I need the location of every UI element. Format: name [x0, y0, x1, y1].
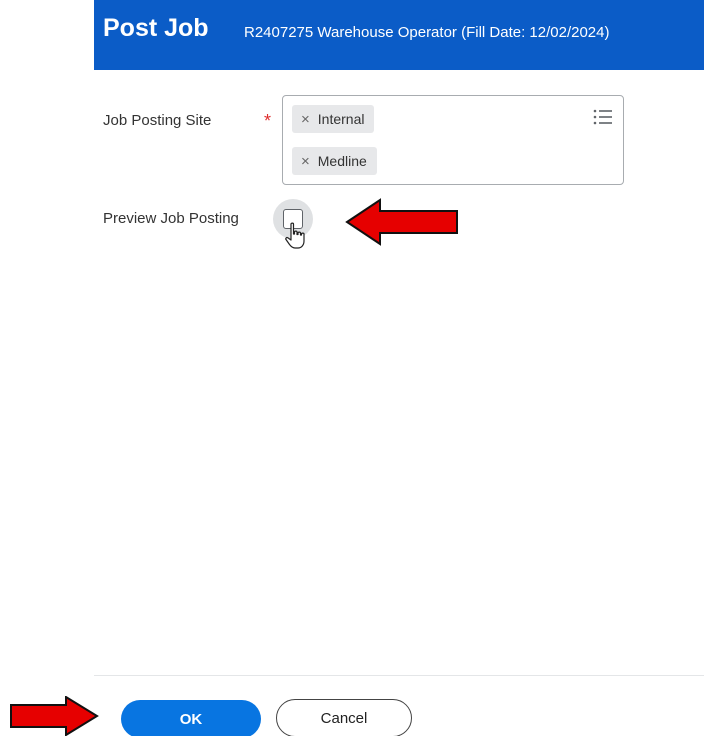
cancel-button[interactable]: Cancel [276, 699, 412, 736]
red-arrow-icon [345, 198, 458, 246]
pill-label: Medline [317, 153, 367, 169]
page-header: Post Job R2407275 Warehouse Operator (Fi… [94, 0, 704, 70]
page-title: Post Job [103, 14, 209, 42]
list-icon[interactable] [593, 108, 613, 126]
post-job-page: Post Job R2407275 Warehouse Operator (Fi… [0, 0, 704, 736]
pill-label: Internal [317, 111, 365, 127]
selected-pill-medline[interactable]: × Medline [292, 147, 377, 175]
selected-pill-internal[interactable]: × Internal [292, 105, 375, 134]
hand-cursor-icon [285, 222, 305, 249]
job-posting-site-input[interactable]: × Internal × Medline [282, 95, 624, 185]
required-indicator: * [264, 111, 272, 131]
preview-job-posting-label: Preview Job Posting [103, 210, 239, 227]
remove-icon[interactable]: × [301, 106, 310, 134]
remove-icon[interactable]: × [301, 148, 310, 176]
ok-button[interactable]: OK [121, 700, 261, 736]
page-subtitle: R2407275 Warehouse Operator (Fill Date: … [244, 24, 610, 41]
red-arrow-icon [10, 696, 99, 736]
job-posting-site-label: Job Posting Site [103, 112, 212, 129]
footer-divider [94, 675, 704, 676]
